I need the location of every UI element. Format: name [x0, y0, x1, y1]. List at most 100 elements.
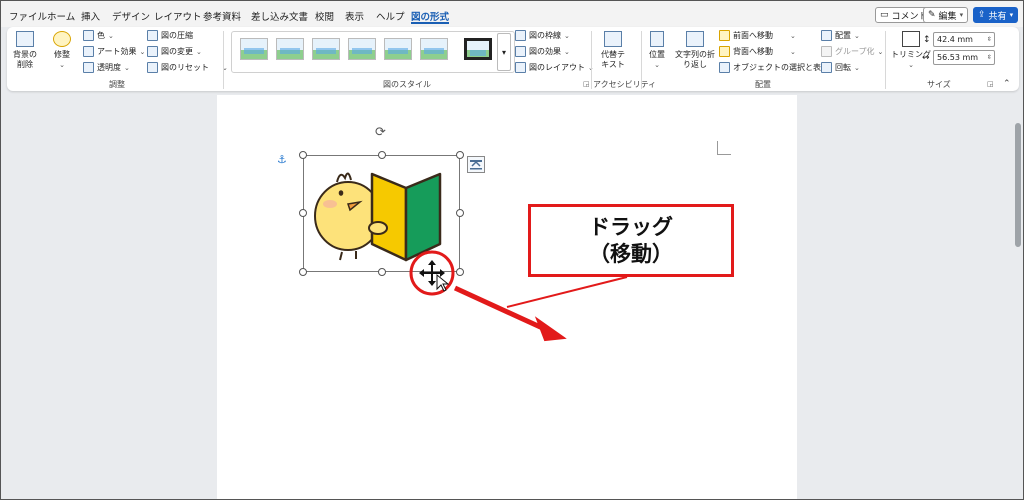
chevron-down-icon: ⌄ [139, 47, 146, 56]
crop-icon [902, 31, 920, 47]
rotate-button[interactable]: 回転 ⌄ [821, 62, 860, 73]
callout-line-1: ドラッグ [589, 214, 673, 239]
rotate-handle-icon[interactable]: ⟳ [375, 125, 386, 140]
height-input[interactable]: 42.4 mm ⇳ [933, 32, 995, 47]
comment-icon: ▭ [880, 10, 889, 20]
corrections-button[interactable]: 修整 ⌄ [53, 31, 71, 70]
chevron-down-icon: ⌄ [654, 61, 660, 69]
remove-background-label-2: 削除 [17, 60, 33, 69]
align-icon [821, 30, 832, 41]
tab-layout[interactable]: レイアウト [154, 9, 202, 23]
size-group-label: サイズ [927, 80, 951, 89]
selected-picture[interactable] [303, 155, 460, 272]
compress-pictures-button[interactable]: 図の圧縮 [147, 30, 193, 41]
wrap-text-button[interactable]: 文字列の折 り返し [675, 31, 715, 70]
tab-help[interactable]: ヘルプ [376, 9, 405, 23]
group-button[interactable]: グループ化 ⌄ [821, 46, 883, 57]
edit-button[interactable]: ✎ 編集 ▾ [923, 7, 969, 23]
position-button[interactable]: 位置 ⌄ [649, 31, 665, 70]
color-icon [83, 30, 94, 41]
resize-handle-right[interactable] [456, 209, 464, 217]
tab-view[interactable]: 表示 [345, 9, 364, 23]
picture-effects-button[interactable]: 図の効果 ⌄ [515, 46, 570, 57]
style-thumbnail[interactable] [420, 38, 448, 60]
effects-icon [515, 46, 526, 57]
group-label: グループ化 [835, 47, 875, 56]
dialog-launcher-icon[interactable]: ◲ [583, 80, 590, 88]
resize-handle-bottom[interactable] [378, 268, 386, 276]
selection-pane-button[interactable]: オブジェクトの選択と表示 [719, 62, 829, 73]
resize-handle-bottom-right[interactable] [456, 268, 464, 276]
collapse-ribbon-icon[interactable]: ⌃ [1003, 79, 1011, 89]
gallery-more-button[interactable]: ▾ [497, 33, 511, 71]
edit-label: 編集 [938, 11, 957, 22]
compress-icon [147, 30, 158, 41]
color-button[interactable]: 色 ⌄ [83, 30, 114, 41]
style-thumbnail[interactable] [464, 38, 492, 60]
group-icon [821, 46, 832, 57]
color-label: 色 [97, 31, 105, 40]
tab-mailings[interactable]: 差し込み文書 [251, 9, 308, 23]
style-thumbnail[interactable] [276, 38, 304, 60]
tab-insert[interactable]: 挿入 [81, 9, 100, 23]
style-thumbnail[interactable] [312, 38, 340, 60]
tab-home[interactable]: ホーム [47, 9, 75, 23]
reset-picture-label: 図のリセット [161, 63, 209, 72]
send-backward-button[interactable]: 背面へ移動 ⌄ [719, 46, 796, 57]
height-icon: ↕ [923, 35, 931, 45]
layout-options-icon [470, 160, 482, 170]
scrollbar-thumb[interactable] [1015, 123, 1021, 247]
spinner-arrows-icon[interactable]: ⇳ [987, 54, 994, 61]
chevron-down-icon: ⌄ [877, 47, 884, 56]
dialog-launcher-icon[interactable]: ◲ [987, 80, 994, 88]
transparency-button[interactable]: 透明度 ⌄ [83, 62, 130, 73]
send-backward-icon [719, 46, 730, 57]
width-input[interactable]: 56.53 mm ⇳ [933, 50, 995, 65]
style-thumbnail[interactable] [348, 38, 376, 60]
wrap-text-label-1: 文字列の折 [675, 50, 715, 59]
bring-forward-button[interactable]: 前面へ移動 ⌄ [719, 30, 796, 41]
chevron-down-icon: ⌄ [59, 61, 65, 69]
tab-picture-format[interactable]: 図の形式 [411, 9, 449, 23]
width-value: 56.53 mm [937, 53, 979, 62]
selection-pane-label: オブジェクトの選択と表示 [733, 63, 829, 72]
compress-label: 図の圧縮 [161, 31, 193, 40]
resize-handle-top-right[interactable] [456, 151, 464, 159]
resize-handle-top-left[interactable] [299, 151, 307, 159]
art-effects-button[interactable]: アート効果 ⌄ [83, 46, 145, 57]
tab-review[interactable]: 校閲 [315, 9, 334, 23]
resize-handle-bottom-left[interactable] [299, 268, 307, 276]
picture-border-button[interactable]: 図の枠線 ⌄ [515, 30, 570, 41]
border-icon [515, 30, 526, 41]
tab-file[interactable]: ファイル [9, 9, 47, 23]
spinner-arrows-icon[interactable]: ⇳ [987, 36, 994, 43]
chevron-down-icon: ⌄ [854, 63, 860, 72]
bring-forward-icon [719, 30, 730, 41]
accessibility-group-label: アクセシビリティ [593, 80, 657, 89]
tab-references[interactable]: 参考資料 [203, 9, 241, 23]
change-picture-button[interactable]: 図の変更 ⌄ [147, 46, 202, 57]
alt-text-button[interactable]: 代替テ キスト [601, 31, 625, 70]
rotate-icon [821, 62, 832, 73]
style-thumbnail[interactable] [240, 38, 268, 60]
resize-handle-left[interactable] [299, 209, 307, 217]
chevron-down-icon: ⌄ [564, 31, 570, 40]
picture-styles-gallery [231, 31, 515, 73]
reset-picture-button[interactable]: 図のリセット ⌄ [147, 62, 228, 73]
resize-handle-top[interactable] [378, 151, 386, 159]
arrange-group-label: 配置 [755, 80, 771, 89]
remove-background-button[interactable]: 背景の 削除 [13, 31, 37, 70]
picture-layout-button[interactable]: 図のレイアウト⌄ [515, 62, 594, 73]
vertical-scrollbar[interactable] [1015, 97, 1021, 499]
picture-border-label: 図の枠線 [529, 31, 561, 40]
alt-text-icon [604, 31, 622, 47]
share-button[interactable]: ⇪ 共有 ▾ [973, 7, 1019, 23]
chevron-down-icon: ⌄ [908, 61, 914, 69]
layout-options-button[interactable] [467, 156, 485, 173]
tab-design[interactable]: デザイン [112, 9, 150, 23]
align-button[interactable]: 配置 ⌄ [821, 30, 860, 41]
style-thumbnail[interactable] [384, 38, 412, 60]
anchor-icon[interactable]: ⚓ [277, 153, 287, 166]
corrections-label: 修整 [54, 50, 70, 59]
chevron-down-icon: ⌄ [108, 31, 114, 40]
